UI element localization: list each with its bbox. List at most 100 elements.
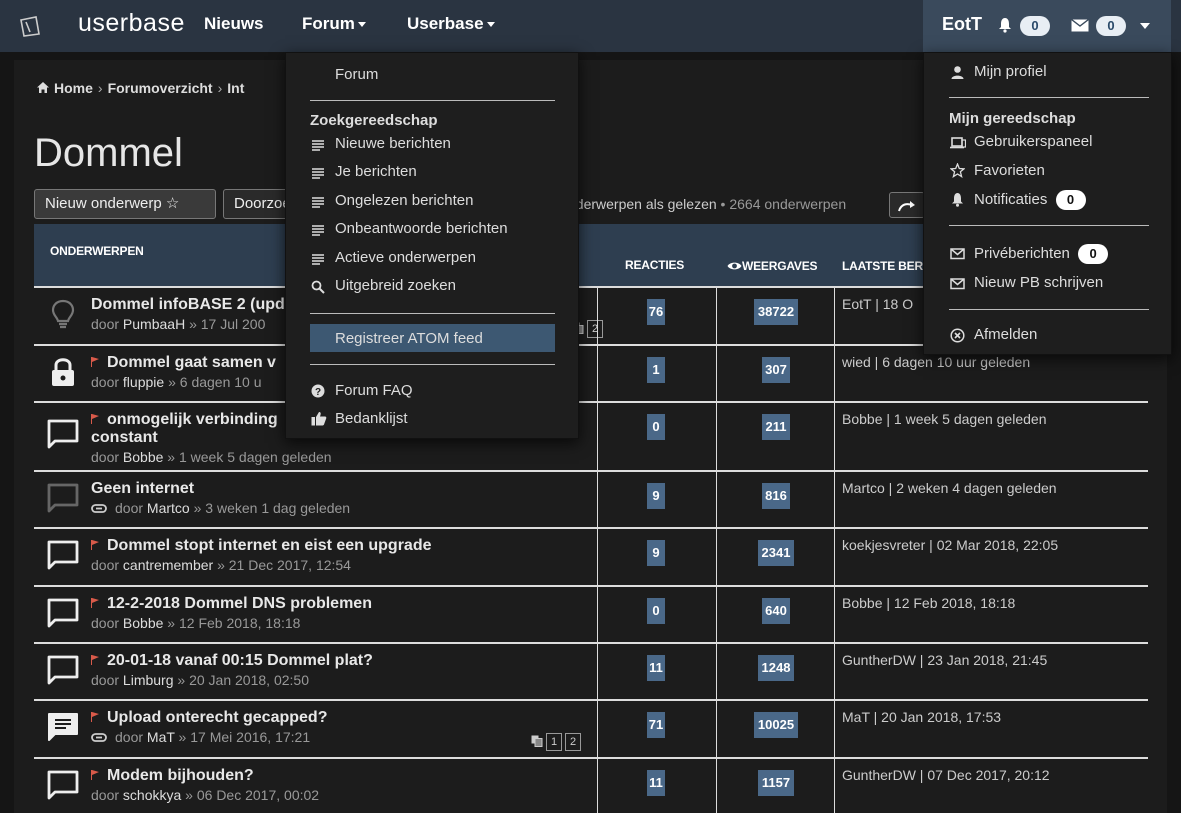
topic-title[interactable]: Upload onterecht gecapped?	[90, 709, 327, 727]
envelope-icon[interactable]	[1071, 19, 1089, 32]
nav-news[interactable]: Nieuws	[204, 14, 264, 34]
menu-new-posts[interactable]: Nieuwe berichten	[335, 135, 451, 152]
menu-advanced-search[interactable]: Uitgebreid zoeken	[335, 277, 456, 294]
breadcrumb-forum-overview[interactable]: Forumoverzicht	[108, 80, 213, 96]
reply-count[interactable]: 11	[647, 655, 665, 681]
logo-icon[interactable]	[18, 14, 42, 38]
topic-author[interactable]: Bobbe	[123, 615, 163, 631]
page-link[interactable]: 2	[587, 320, 603, 338]
mark-read-link[interactable]: nderwerpen als gelezen • 2664 onderwerpe…	[568, 196, 846, 212]
menu-new-pm[interactable]: Nieuw PB schrijven	[974, 274, 1103, 291]
topic-author[interactable]: Martco	[147, 500, 190, 516]
menu-atom-feed[interactable]: Registreer ATOM feed	[335, 330, 483, 347]
table-row[interactable]: Upload onterecht gecapped? door MaT » 17 …	[34, 699, 1148, 759]
menu-control-panel[interactable]: Gebruikerspaneel	[974, 133, 1092, 150]
site-logo[interactable]: userbase	[78, 9, 185, 38]
topic-author[interactable]: fluppie	[123, 374, 164, 390]
menu-your-posts[interactable]: Je berichten	[335, 163, 417, 180]
menu-forum-faq[interactable]: Forum FAQ	[335, 382, 413, 399]
reply-count[interactable]: 11	[647, 770, 665, 796]
menu-unanswered-posts[interactable]: Onbeantwoorde berichten	[335, 220, 508, 237]
topic-title-continued[interactable]: constant	[91, 429, 158, 447]
nav-forum[interactable]: Forum	[302, 14, 366, 34]
topic-title-text[interactable]: Modem bijhouden?	[107, 767, 254, 784]
topic-title[interactable]: Dommel infoBASE 2 (upd	[91, 296, 285, 314]
menu-my-profile[interactable]: Mijn profiel	[974, 63, 1047, 80]
menu-notifications[interactable]: Notificaties 0	[974, 190, 1086, 210]
header-last-post[interactable]: LAATSTE BER	[842, 259, 923, 273]
reply-count[interactable]: 9	[647, 540, 665, 566]
menu-thanks-list[interactable]: Bedanklijst	[335, 410, 408, 427]
last-post-info[interactable]: Bobbe | 1 week 5 dagen geleden	[842, 411, 1046, 427]
reply-count[interactable]: 1	[647, 357, 665, 383]
last-post-info[interactable]: wied | 6 dagen 10 uur geleden	[842, 354, 1030, 370]
topic-title-text[interactable]: 20-01-18 vanaf 00:15 Dommel plat?	[107, 652, 373, 669]
new-topic-button[interactable]: Nieuw onderwerp ☆	[34, 189, 216, 219]
table-row[interactable]: onmogelijk verbinding constant door Bobbe …	[34, 401, 1148, 472]
page-link[interactable]: 2	[565, 733, 581, 751]
message-count-badge[interactable]: 0	[1096, 16, 1126, 36]
menu-unread-posts[interactable]: Ongelezen berichten	[335, 192, 473, 209]
page-link[interactable]: 1	[546, 733, 562, 751]
topic-title-text[interactable]: 12-2-2018 Dommel DNS problemen	[107, 595, 372, 612]
topic-title-text[interactable]: Geen internet	[91, 480, 194, 497]
topic-title-text[interactable]: Upload onterecht gecapped?	[107, 709, 327, 726]
menu-forum[interactable]: Forum	[335, 66, 378, 83]
reply-count[interactable]: 71	[647, 712, 665, 738]
notification-count-badge[interactable]: 0	[1020, 16, 1050, 36]
nav-userbase[interactable]: Userbase	[407, 14, 495, 34]
last-post-info[interactable]: EotT | 18 O	[842, 296, 913, 312]
last-post-info[interactable]: Bobbe | 12 Feb 2018, 18:18	[842, 595, 1015, 611]
topic-author[interactable]: Limburg	[123, 672, 174, 688]
menu-logout[interactable]: Afmelden	[974, 326, 1037, 343]
reply-count[interactable]: 76	[647, 299, 665, 325]
topic-title[interactable]: 20-01-18 vanaf 00:15 Dommel plat?	[90, 652, 373, 670]
breadcrumb-int[interactable]: Int	[227, 80, 244, 96]
header-replies[interactable]: REACTIES	[625, 258, 684, 272]
user-menu-toggle[interactable]: EotT 0 0	[923, 0, 1171, 52]
header-views[interactable]: WEERGAVES	[727, 259, 818, 273]
topic-author[interactable]: PumbaaH	[123, 316, 185, 332]
user-icon	[951, 66, 964, 79]
search-forum-button[interactable]: Doorzoek	[223, 189, 293, 219]
topic-title-text[interactable]: Dommel gaat samen v	[107, 354, 276, 371]
reply-count[interactable]: 0	[647, 414, 665, 440]
last-post-info[interactable]: GuntherDW | 07 Dec 2017, 20:12	[842, 767, 1050, 783]
topic-title[interactable]: 12-2-2018 Dommel DNS problemen	[90, 595, 372, 613]
topic-title[interactable]: Dommel gaat samen v	[90, 354, 276, 372]
topic-title[interactable]: Modem bijhouden?	[90, 767, 254, 785]
question-icon: ?	[311, 384, 325, 398]
menu-favorites[interactable]: Favorieten	[974, 162, 1045, 179]
reply-count[interactable]: 9	[647, 483, 665, 509]
envelope-icon	[950, 248, 965, 260]
menu-active-topics[interactable]: Actieve onderwerpen	[335, 249, 476, 266]
table-row[interactable]: Dommel stopt internet en eist een upgrad…	[34, 527, 1148, 587]
header-topics[interactable]: ONDERWERPEN	[50, 244, 144, 258]
menu-private-messages[interactable]: Privéberichten 0	[974, 244, 1109, 264]
last-post-info[interactable]: GuntherDW | 23 Jan 2018, 21:45	[842, 652, 1047, 668]
chevron-down-icon[interactable]	[1140, 23, 1150, 29]
table-row[interactable]: Modem bijhouden? door schokkya » 06 Dec 2…	[34, 757, 1148, 813]
reply-count[interactable]: 0	[647, 598, 665, 624]
topic-title[interactable]: Geen internet	[91, 480, 194, 498]
topic-title[interactable]: Dommel stopt internet en eist een upgrad…	[90, 537, 432, 555]
home-icon[interactable]	[36, 81, 50, 94]
last-post-info[interactable]: koekjesvreter | 02 Mar 2018, 22:05	[842, 537, 1058, 553]
topic-author[interactable]: cantremember	[123, 557, 213, 573]
topic-title[interactable]: onmogelijk verbinding	[90, 411, 278, 429]
last-post-info[interactable]: MaT | 20 Jan 2018, 17:53	[842, 709, 1001, 725]
topic-title-text[interactable]: Dommel stopt internet en eist een upgrad…	[107, 537, 432, 554]
topic-title-text[interactable]: onmogelijk verbinding	[107, 411, 278, 428]
refresh-button[interactable]	[889, 192, 925, 218]
topic-author[interactable]: Bobbe	[123, 449, 163, 465]
username[interactable]: EotT	[942, 14, 982, 35]
breadcrumb-home[interactable]: Home	[54, 80, 93, 96]
table-row[interactable]: Geen internet door Martco » 3 weken 1 dag…	[34, 470, 1148, 529]
table-row[interactable]: 20-01-18 vanaf 00:15 Dommel plat? door Li…	[34, 642, 1148, 701]
topic-author[interactable]: MaT	[147, 729, 175, 745]
topic-author[interactable]: schokkya	[123, 787, 181, 803]
table-row[interactable]: 12-2-2018 Dommel DNS problemen door Bobbe…	[34, 585, 1148, 644]
last-post-info[interactable]: Martco | 2 weken 4 dagen geleden	[842, 480, 1057, 496]
topic-title-text[interactable]: Dommel infoBASE 2 (upd	[91, 296, 285, 313]
bell-icon[interactable]	[997, 17, 1013, 33]
